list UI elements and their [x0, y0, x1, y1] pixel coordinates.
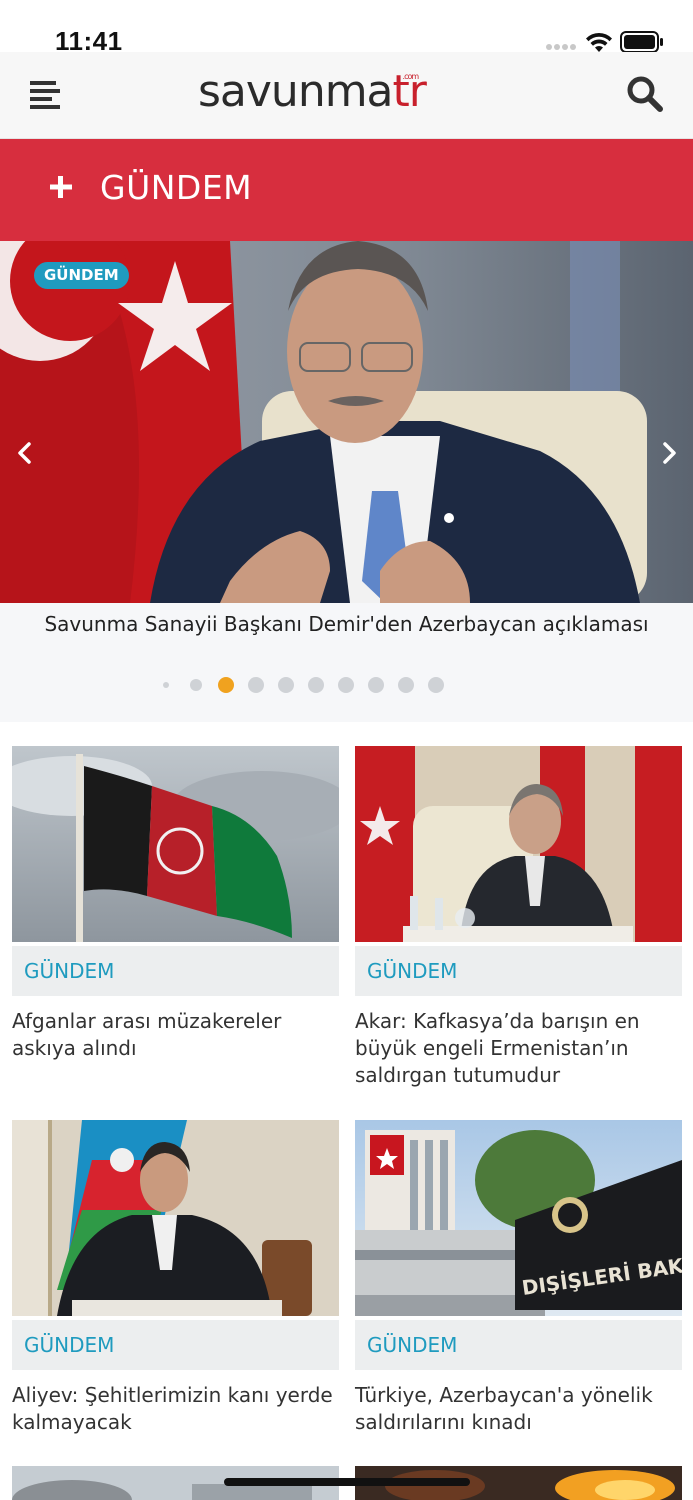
news-card-image[interactable]: [355, 746, 682, 942]
wifi-icon: [586, 32, 612, 52]
news-card[interactable]: DIŞİŞLERİ BAKANLIĞI GÜNDEM Türkiye, Azer…: [355, 1120, 682, 1450]
slider-pagination: [0, 677, 693, 697]
pagination-dot[interactable]: [248, 677, 264, 693]
pagination-dot[interactable]: [308, 677, 324, 693]
pagination-dot[interactable]: [338, 677, 354, 693]
logo-tr: tr .com: [393, 66, 427, 117]
featured-slider[interactable]: GÜNDEM: [0, 241, 693, 603]
pagination-dot-active[interactable]: [218, 677, 234, 693]
pagination-dot[interactable]: [428, 677, 444, 693]
logo-text: savunma: [198, 66, 394, 117]
news-card-title[interactable]: Akar: Kafkasya’da barışın en büyük engel…: [355, 1008, 682, 1089]
plus-icon[interactable]: [48, 174, 74, 200]
cellular-signal-icon: [546, 44, 578, 52]
pagination-dot[interactable]: [398, 677, 414, 693]
news-card-title[interactable]: Afganlar arası müzakereler askıya alındı: [12, 1008, 339, 1062]
news-card[interactable]: GÜNDEM Afganlar arası müzakereler askıya…: [12, 746, 339, 1076]
pagination-dot[interactable]: [163, 682, 169, 688]
featured-image[interactable]: [0, 241, 693, 603]
category-title: GÜNDEM: [100, 168, 253, 207]
logo-com: .com: [402, 72, 420, 81]
news-card-image[interactable]: [12, 1120, 339, 1316]
search-icon[interactable]: [626, 75, 664, 113]
news-card-title[interactable]: Aliyev: Şehitlerimizin kanı yerde kalmay…: [12, 1382, 339, 1436]
news-card[interactable]: GÜNDEM Akar: Kafkasya’da barışın en büyü…: [355, 746, 682, 1096]
slide-category-badge[interactable]: GÜNDEM: [34, 262, 129, 289]
news-card-title[interactable]: Türkiye, Azerbaycan'a yönelik saldırılar…: [355, 1382, 682, 1436]
pagination-dot[interactable]: [368, 677, 384, 693]
chevron-left-icon[interactable]: [10, 438, 40, 468]
pagination-dot[interactable]: [190, 679, 202, 691]
menu-icon[interactable]: [30, 79, 62, 109]
navigation-bar: savunma tr .com: [0, 52, 693, 139]
news-card-image[interactable]: DIŞİŞLERİ BAKANLIĞI: [355, 1120, 682, 1316]
pagination-dot[interactable]: [278, 677, 294, 693]
slide-caption[interactable]: Savunma Sanayii Başkanı Demir'den Azerba…: [0, 612, 693, 636]
news-card-image[interactable]: [12, 746, 339, 942]
battery-icon: [620, 31, 663, 53]
news-card-category[interactable]: GÜNDEM: [12, 946, 339, 996]
site-logo[interactable]: savunma tr .com: [198, 66, 427, 126]
news-card-category[interactable]: GÜNDEM: [355, 946, 682, 996]
news-card[interactable]: GÜNDEM Aliyev: Şehitlerimizin kanı yerde…: [12, 1120, 339, 1450]
home-indicator[interactable]: [224, 1478, 470, 1486]
news-card-category[interactable]: GÜNDEM: [355, 1320, 682, 1370]
news-card-category[interactable]: GÜNDEM: [12, 1320, 339, 1370]
chevron-right-icon[interactable]: [654, 438, 684, 468]
status-bar: 11:41: [0, 0, 693, 56]
